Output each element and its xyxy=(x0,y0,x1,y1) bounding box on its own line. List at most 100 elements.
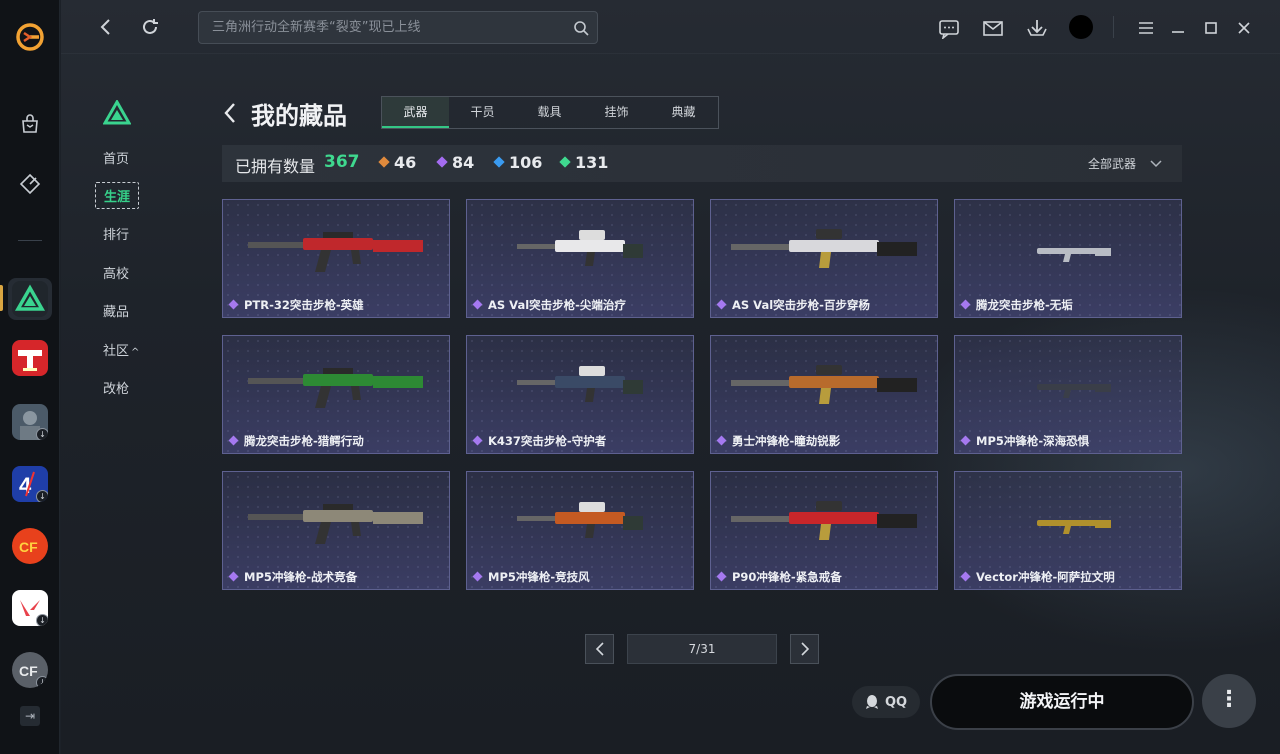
category-tabs: 武器 干员 载具 挂饰 典藏 xyxy=(381,96,719,129)
collapse-rail-icon[interactable]: ⇥ xyxy=(20,706,40,726)
collection-card[interactable]: MP5冲锋枪-战术竞备 xyxy=(222,471,450,590)
download-badge-icon: ↓ xyxy=(36,490,48,502)
card-caption: MP5冲锋枪-战术竞备 xyxy=(228,569,358,585)
card-caption: K437突击步枪-守护者 xyxy=(472,433,607,449)
weapon-image xyxy=(517,502,643,538)
more-options-button[interactable]: ⋮ xyxy=(1202,674,1256,728)
collection-card[interactable]: MP5冲锋枪-竞技风 xyxy=(466,471,694,590)
weapon-name: 腾龙突击步枪-猎鳄行动 xyxy=(244,434,364,448)
collection-card[interactable]: 勇士冲锋枪-瞳劫锐影 xyxy=(710,335,938,454)
search-box[interactable] xyxy=(198,11,598,44)
rarity-purple-icon xyxy=(228,571,239,582)
download-icon[interactable] xyxy=(1025,16,1049,40)
tab-charms[interactable]: 挂饰 xyxy=(583,97,650,128)
weapon-image xyxy=(1037,248,1111,262)
nav-item-community-label: 社区 xyxy=(103,344,130,359)
game-cfhd-icon[interactable]: CF ↓ xyxy=(12,652,48,688)
game-soldier-icon[interactable]: ↓ xyxy=(12,404,48,440)
game-running-button[interactable]: 游戏运行中 xyxy=(930,674,1194,730)
rarity-green-value: 131 xyxy=(575,153,609,172)
rarity-count-blue: 106 xyxy=(493,153,543,172)
prev-page-button[interactable] xyxy=(585,634,614,664)
next-page-button[interactable] xyxy=(790,634,819,664)
weapon-name: MP5冲锋枪-战术竞备 xyxy=(244,570,358,584)
minimize-icon[interactable] xyxy=(1166,16,1190,40)
avatar[interactable] xyxy=(1069,15,1093,39)
collection-card[interactable]: 腾龙突击步枪-猎鳄行动 xyxy=(222,335,450,454)
collection-card[interactable]: MP5冲锋枪-深海恐惧 xyxy=(954,335,1182,454)
nav-item-college[interactable]: 高校 xyxy=(103,263,129,282)
nav-item-collection[interactable]: 藏品 xyxy=(103,301,129,320)
refresh-icon[interactable] xyxy=(139,16,161,38)
qq-button[interactable]: QQ xyxy=(852,686,920,718)
download-badge-icon: ↓ xyxy=(36,676,48,688)
nav-item-ranking[interactable]: 排行 xyxy=(103,224,129,243)
page-back-icon[interactable] xyxy=(223,101,239,125)
card-caption: PTR-32突击步枪-英雄 xyxy=(228,297,364,313)
game-valorant-icon[interactable]: ↓ xyxy=(12,590,48,626)
rarity-gold-value: 46 xyxy=(394,153,417,172)
game-tf-icon[interactable] xyxy=(12,340,48,376)
collection-card[interactable]: K437突击步枪-守护者 xyxy=(466,335,694,454)
weapon-name: P90冲锋枪-紧急戒备 xyxy=(732,570,842,584)
tab-collectibles[interactable]: 典藏 xyxy=(650,97,717,128)
chevron-up-icon: ^ xyxy=(131,347,140,358)
maximize-icon[interactable] xyxy=(1199,16,1223,40)
rarity-count-gold: 46 xyxy=(378,153,417,172)
card-caption: AS Val突击步枪-百步穿杨 xyxy=(716,297,870,313)
store-icon[interactable] xyxy=(14,108,46,140)
collection-card[interactable]: AS Val突击步枪-尖端治疗 xyxy=(466,199,694,318)
card-caption: 勇士冲锋枪-瞳劫锐影 xyxy=(716,433,841,449)
menu-icon[interactable] xyxy=(1134,16,1158,40)
svg-text:CF: CF xyxy=(19,539,38,555)
search-input[interactable] xyxy=(199,12,569,43)
download-badge-icon: ↓ xyxy=(36,428,48,440)
mail-icon[interactable] xyxy=(981,16,1005,40)
collection-card[interactable]: PTR-32突击步枪-英雄 xyxy=(222,199,450,318)
rarity-green-icon xyxy=(559,156,571,168)
weapon-image xyxy=(731,229,917,268)
rarity-blue-icon xyxy=(493,156,505,168)
card-caption: 腾龙突击步枪-无垢 xyxy=(960,297,1073,313)
collection-card[interactable]: P90冲锋枪-紧急戒备 xyxy=(710,471,938,590)
game-delta-force-icon[interactable] xyxy=(12,281,48,317)
weapon-image xyxy=(517,230,643,266)
rail-active-indicator xyxy=(0,285,3,311)
nav-item-career[interactable]: 生涯 xyxy=(95,182,140,209)
weapon-filter-dropdown[interactable]: 全部武器 xyxy=(1088,155,1162,172)
rarity-count-purple: 84 xyxy=(436,153,474,172)
search-icon[interactable] xyxy=(573,20,589,36)
nav-item-community[interactable]: 社区 ^ xyxy=(103,340,139,359)
nav-item-home[interactable]: 首页 xyxy=(103,148,129,167)
rarity-purple-icon xyxy=(472,571,483,582)
rarity-purple-icon xyxy=(436,156,448,168)
weapon-name: 腾龙突击步枪-无垢 xyxy=(976,298,1073,312)
weapon-image xyxy=(248,368,423,408)
weapon-name: MP5冲锋枪-竞技风 xyxy=(488,570,590,584)
weapon-image xyxy=(731,501,917,540)
rarity-count-green: 131 xyxy=(559,153,609,172)
weapon-image xyxy=(731,365,917,404)
weapon-name: 勇士冲锋枪-瞳劫锐影 xyxy=(732,434,841,448)
tab-weapons[interactable]: 武器 xyxy=(382,97,449,128)
rarity-purple-icon xyxy=(228,435,239,446)
rarity-blue-value: 106 xyxy=(509,153,543,172)
collection-card[interactable]: AS Val突击步枪-百步穿杨 xyxy=(710,199,938,318)
card-caption: AS Val突击步枪-尖端治疗 xyxy=(472,297,626,313)
game-apex-icon[interactable]: 4 ↓ xyxy=(12,466,48,502)
card-caption: MP5冲锋枪-深海恐惧 xyxy=(960,433,1089,449)
game-cf-icon[interactable]: CF xyxy=(12,528,48,564)
nav-item-gunsmith[interactable]: 改枪 xyxy=(103,378,129,397)
collection-card[interactable]: Vector冲锋枪-阿萨拉文明 xyxy=(954,471,1182,590)
weapon-name: K437突击步枪-守护者 xyxy=(488,434,607,448)
close-icon[interactable] xyxy=(1232,16,1256,40)
owned-count-label: 已拥有数量 xyxy=(235,157,316,176)
app-logo-icon[interactable] xyxy=(15,22,45,52)
message-icon[interactable] xyxy=(937,16,961,40)
collection-card[interactable]: 腾龙突击步枪-无垢 xyxy=(954,199,1182,318)
tab-operators[interactable]: 干员 xyxy=(449,97,516,128)
back-icon[interactable] xyxy=(95,16,117,38)
rarity-gold-icon xyxy=(378,156,390,168)
explore-icon[interactable] xyxy=(14,168,46,200)
tab-vehicles[interactable]: 载具 xyxy=(516,97,583,128)
